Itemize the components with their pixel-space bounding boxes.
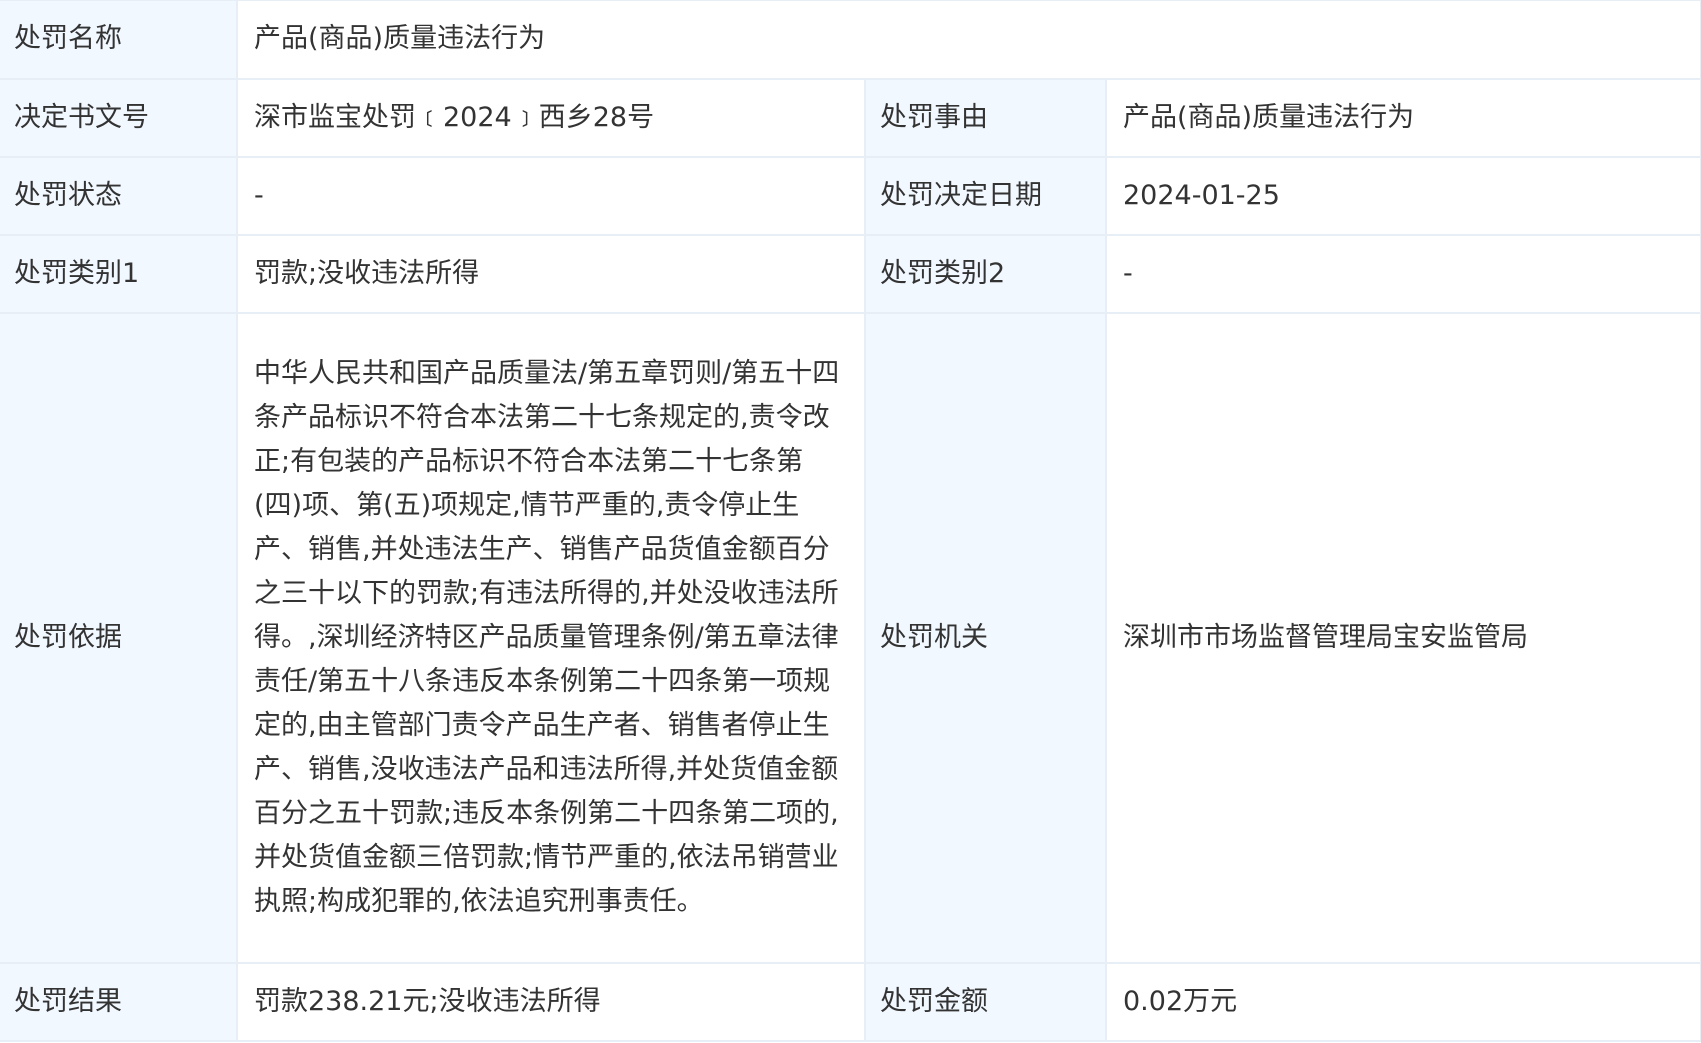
decision-no-label: 决定书文号 [0, 77, 238, 158]
table-row-penalty-name: 处罚名称 产品(商品)质量违法行为 [0, 0, 1701, 80]
category1-value: 罚款;没收违法所得 [236, 233, 866, 314]
decision-no-value: 深市监宝处罚﹝2024﹞西乡28号 [236, 77, 866, 158]
basis-value: 中华人民共和国产品质量法/第五章罚则/第五十四条产品标识不符合本法第二十七条规定… [254, 357, 840, 917]
category1-label: 处罚类别1 [0, 233, 238, 314]
penalty-name-label: 处罚名称 [0, 0, 238, 80]
table-row-category: 处罚类别1 罚款;没收违法所得 处罚类别2 - [0, 233, 1701, 314]
category2-value: - [1104, 233, 1701, 314]
basis-label: 处罚依据 [0, 311, 238, 964]
amount-value: 0.02万元 [1104, 961, 1701, 1042]
table-row-decision-no: 决定书文号 深市监宝处罚﹝2024﹞西乡28号 处罚事由 产品(商品)质量违法行… [0, 77, 1701, 158]
authority-value: 深圳市市场监督管理局宝安监管局 [1104, 311, 1701, 964]
decision-date-label: 处罚决定日期 [864, 155, 1107, 236]
table-row-result: 处罚结果 罚款238.21元;没收违法所得 处罚金额 0.02万元 [0, 961, 1701, 1042]
penalty-name-value: 产品(商品)质量违法行为 [235, 0, 1701, 80]
penalty-reason-label: 处罚事由 [864, 77, 1107, 158]
table-row-basis: 处罚依据 中华人民共和国产品质量法/第五章罚则/第五十四条产品标识不符合本法第二… [0, 311, 1701, 964]
result-label: 处罚结果 [0, 961, 238, 1042]
result-value: 罚款238.21元;没收违法所得 [236, 961, 866, 1042]
penalty-reason-value: 产品(商品)质量违法行为 [1104, 77, 1701, 158]
penalty-status-value: - [236, 155, 866, 236]
decision-date-value: 2024-01-25 [1104, 155, 1701, 236]
authority-label: 处罚机关 [864, 311, 1107, 964]
amount-label: 处罚金额 [864, 961, 1107, 1042]
category2-label: 处罚类别2 [864, 233, 1107, 314]
table-row-status: 处罚状态 - 处罚决定日期 2024-01-25 [0, 155, 1701, 236]
basis-value-cell: 中华人民共和国产品质量法/第五章罚则/第五十四条产品标识不符合本法第二十七条规定… [236, 311, 866, 964]
penalty-status-label: 处罚状态 [0, 155, 238, 236]
penalty-detail-table: 处罚名称 产品(商品)质量违法行为 决定书文号 深市监宝处罚﹝2024﹞西乡28… [0, 0, 1701, 1042]
